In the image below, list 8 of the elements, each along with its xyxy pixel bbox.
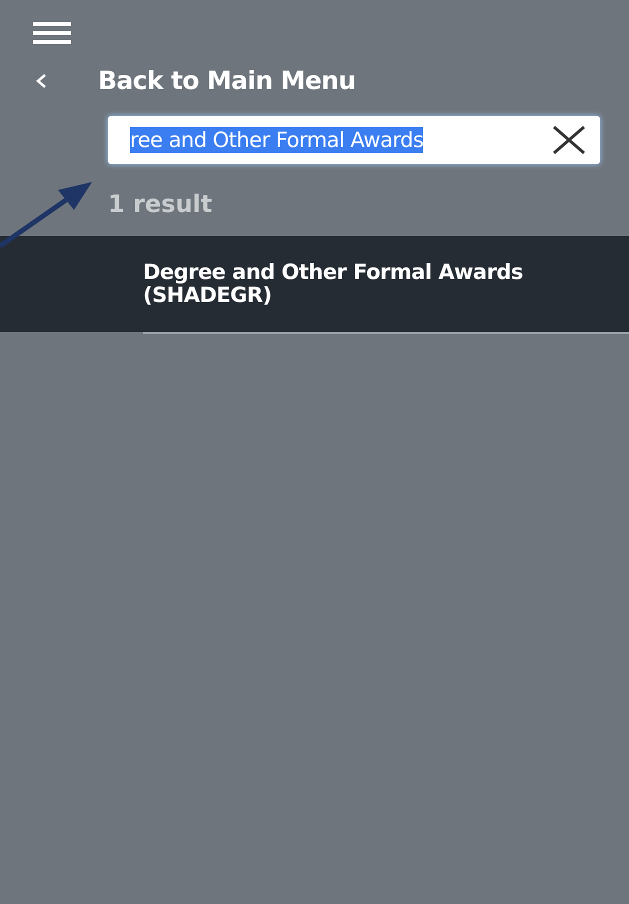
result-item[interactable]: Degree and Other Formal Awards (SHADEGR) <box>0 236 629 332</box>
back-link[interactable]: Back to Main Menu <box>98 62 356 100</box>
result-count: 1 result <box>108 189 214 220</box>
back-chevron-icon[interactable] <box>34 73 48 89</box>
search-field[interactable]: ree and Other Formal Awards <box>108 116 600 164</box>
menu-icon[interactable] <box>33 22 71 44</box>
search-text: ree and Other Formal Awards <box>130 127 424 153</box>
close-icon[interactable] <box>552 125 586 155</box>
